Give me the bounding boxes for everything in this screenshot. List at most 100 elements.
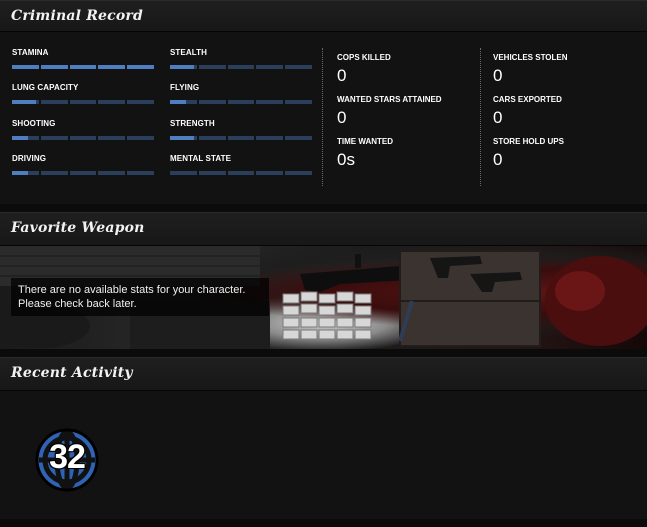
skill-bar-fill bbox=[170, 136, 195, 140]
stats-divider bbox=[322, 48, 323, 186]
skill-bar-segment bbox=[285, 65, 312, 69]
skill-bar-segment bbox=[170, 171, 197, 175]
skill-bar bbox=[12, 65, 154, 69]
skill-bar-segment bbox=[12, 65, 39, 69]
skill-bar bbox=[12, 100, 154, 104]
skill-shooting: SHOOTING bbox=[12, 119, 154, 140]
stat-value: 0 bbox=[337, 108, 347, 127]
skill-label: STAMINA bbox=[12, 48, 49, 57]
stat-vehicles-stolen: VEHICLES STOLEN 0 bbox=[493, 53, 568, 85]
stat-time-wanted: TIME WANTED 0s bbox=[337, 137, 393, 169]
skill-bar-segment bbox=[256, 100, 284, 104]
skill-bar-segment bbox=[227, 100, 255, 104]
stats-divider bbox=[480, 48, 481, 186]
skill-driving: DRIVING bbox=[12, 154, 154, 175]
skill-mental-state: MENTAL STATE bbox=[170, 154, 312, 175]
recent-activity-header: Recent Activity bbox=[0, 357, 647, 391]
skill-bar-segment bbox=[256, 171, 284, 175]
skill-bar-segment bbox=[198, 65, 226, 69]
skill-label: MENTAL STATE bbox=[170, 154, 232, 163]
skill-bar-segment bbox=[256, 136, 284, 140]
skill-bar bbox=[12, 136, 154, 140]
skill-bar-segment bbox=[198, 136, 226, 140]
skill-bar-fill bbox=[12, 171, 29, 175]
skill-bar-segment bbox=[256, 65, 284, 69]
skill-label: FLYING bbox=[170, 83, 200, 92]
favorite-weapon-title: Favorite Weapon bbox=[11, 220, 145, 236]
skill-bar-segment bbox=[127, 100, 154, 104]
stat-value: 0 bbox=[493, 108, 503, 127]
skill-bar-segment bbox=[198, 171, 226, 175]
skill-label: DRIVING bbox=[12, 154, 47, 163]
skill-bar-fill bbox=[127, 65, 154, 69]
skill-bar-segment bbox=[69, 171, 97, 175]
criminal-record-header: Criminal Record bbox=[0, 0, 647, 32]
stat-cars-exported: CARS EXPORTED 0 bbox=[493, 95, 562, 127]
skill-bar-segment bbox=[98, 171, 126, 175]
criminal-record-panel: STAMINA LUNG CAPACITY SHOOTING DRIVING S… bbox=[0, 32, 647, 204]
no-stats-message: There are no available stats for your ch… bbox=[11, 278, 269, 316]
skill-bar-segment bbox=[170, 136, 197, 140]
skill-bar-segment bbox=[40, 136, 68, 140]
skill-bar-segment bbox=[170, 65, 197, 69]
skill-bar-fill bbox=[98, 65, 126, 69]
no-stats-line-2: Please check back later. bbox=[18, 298, 137, 310]
skill-bar-segment bbox=[69, 136, 97, 140]
skill-bar-segment bbox=[170, 100, 197, 104]
skill-bar-segment bbox=[12, 171, 39, 175]
skill-bar-fill bbox=[40, 65, 68, 69]
skill-bar bbox=[170, 171, 312, 175]
skill-bar bbox=[12, 171, 154, 175]
skill-bar-segment bbox=[285, 136, 312, 140]
stat-store-hold-ups: STORE HOLD UPS 0 bbox=[493, 137, 564, 169]
skill-bar-fill bbox=[12, 65, 39, 69]
recent-activity-title: Recent Activity bbox=[11, 365, 133, 381]
rank-number: 32 bbox=[49, 438, 86, 476]
skill-bar-fill bbox=[170, 65, 195, 69]
favorite-weapon-banner: There are no available stats for your ch… bbox=[0, 246, 647, 349]
skill-bar-segment bbox=[12, 100, 39, 104]
skill-bar-segment bbox=[285, 171, 312, 175]
skill-bar-segment bbox=[98, 65, 126, 69]
skill-bar-segment bbox=[98, 136, 126, 140]
stat-label: STORE HOLD UPS bbox=[493, 137, 564, 146]
skill-label: STRENGTH bbox=[170, 119, 215, 128]
skill-lung-capacity: LUNG CAPACITY bbox=[12, 83, 154, 104]
skill-bar-segment bbox=[127, 65, 154, 69]
skill-bar-segment bbox=[227, 136, 255, 140]
stat-value: 0 bbox=[337, 66, 347, 85]
favorite-weapon-header: Favorite Weapon bbox=[0, 212, 647, 246]
skill-flying: FLYING bbox=[170, 83, 312, 104]
stat-cops-killed: COPS KILLED 0 bbox=[337, 53, 391, 85]
stat-value: 0s bbox=[337, 150, 355, 169]
skill-bar-segment bbox=[127, 136, 154, 140]
skill-bar-segment bbox=[198, 100, 226, 104]
skill-bar-fill bbox=[170, 100, 187, 104]
skill-bar-fill bbox=[12, 136, 29, 140]
stat-value: 0 bbox=[493, 66, 503, 85]
stat-label: VEHICLES STOLEN bbox=[493, 53, 568, 62]
skill-stealth: STEALTH bbox=[170, 48, 312, 69]
skill-label: SHOOTING bbox=[12, 119, 56, 128]
skill-bar bbox=[170, 65, 312, 69]
skill-bar bbox=[170, 100, 312, 104]
skill-bar-segment bbox=[98, 100, 126, 104]
stat-label: WANTED STARS ATTAINED bbox=[337, 95, 442, 104]
skill-bar-segment bbox=[69, 100, 97, 104]
stat-value: 0 bbox=[493, 150, 503, 169]
skill-bar-fill bbox=[12, 100, 37, 104]
skill-bar-segment bbox=[285, 100, 312, 104]
skill-bar-segment bbox=[127, 171, 154, 175]
stat-wanted-stars: WANTED STARS ATTAINED 0 bbox=[337, 95, 442, 127]
skill-label: STEALTH bbox=[170, 48, 207, 57]
skill-bar-segment bbox=[40, 65, 68, 69]
no-stats-line-1: There are no available stats for your ch… bbox=[18, 284, 246, 296]
stat-label: TIME WANTED bbox=[337, 137, 393, 146]
skill-bar-segment bbox=[227, 171, 255, 175]
skill-bar-segment bbox=[69, 65, 97, 69]
skill-bar-segment bbox=[40, 100, 68, 104]
criminal-record-title: Criminal Record bbox=[11, 8, 143, 24]
skill-bar-segment bbox=[12, 136, 39, 140]
stat-label: COPS KILLED bbox=[337, 53, 391, 62]
skill-stamina: STAMINA bbox=[12, 48, 154, 69]
